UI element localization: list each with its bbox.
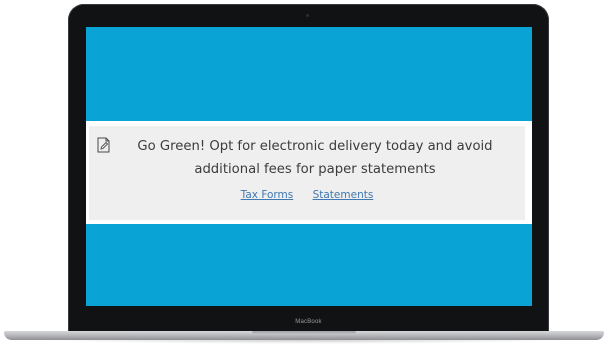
device-brand-label: MacBook (295, 319, 322, 325)
go-green-banner: Go Green! Opt for electronic delivery to… (86, 121, 532, 224)
document-edit-icon (97, 137, 110, 153)
laptop-screen: Go Green! Opt for electronic delivery to… (86, 27, 532, 306)
banner-links: Tax Forms Statements (89, 188, 525, 202)
webcam (306, 14, 309, 17)
base-notch (252, 331, 356, 335)
banner-message: Go Green! Opt for electronic delivery to… (137, 139, 493, 177)
statements-link[interactable]: Statements (313, 189, 374, 201)
laptop-mockup: MacBook Go Green! Opt for electronic del… (0, 0, 608, 345)
tax-forms-link[interactable]: Tax Forms (241, 189, 294, 201)
banner-panel: Go Green! Opt for electronic delivery to… (89, 126, 525, 220)
